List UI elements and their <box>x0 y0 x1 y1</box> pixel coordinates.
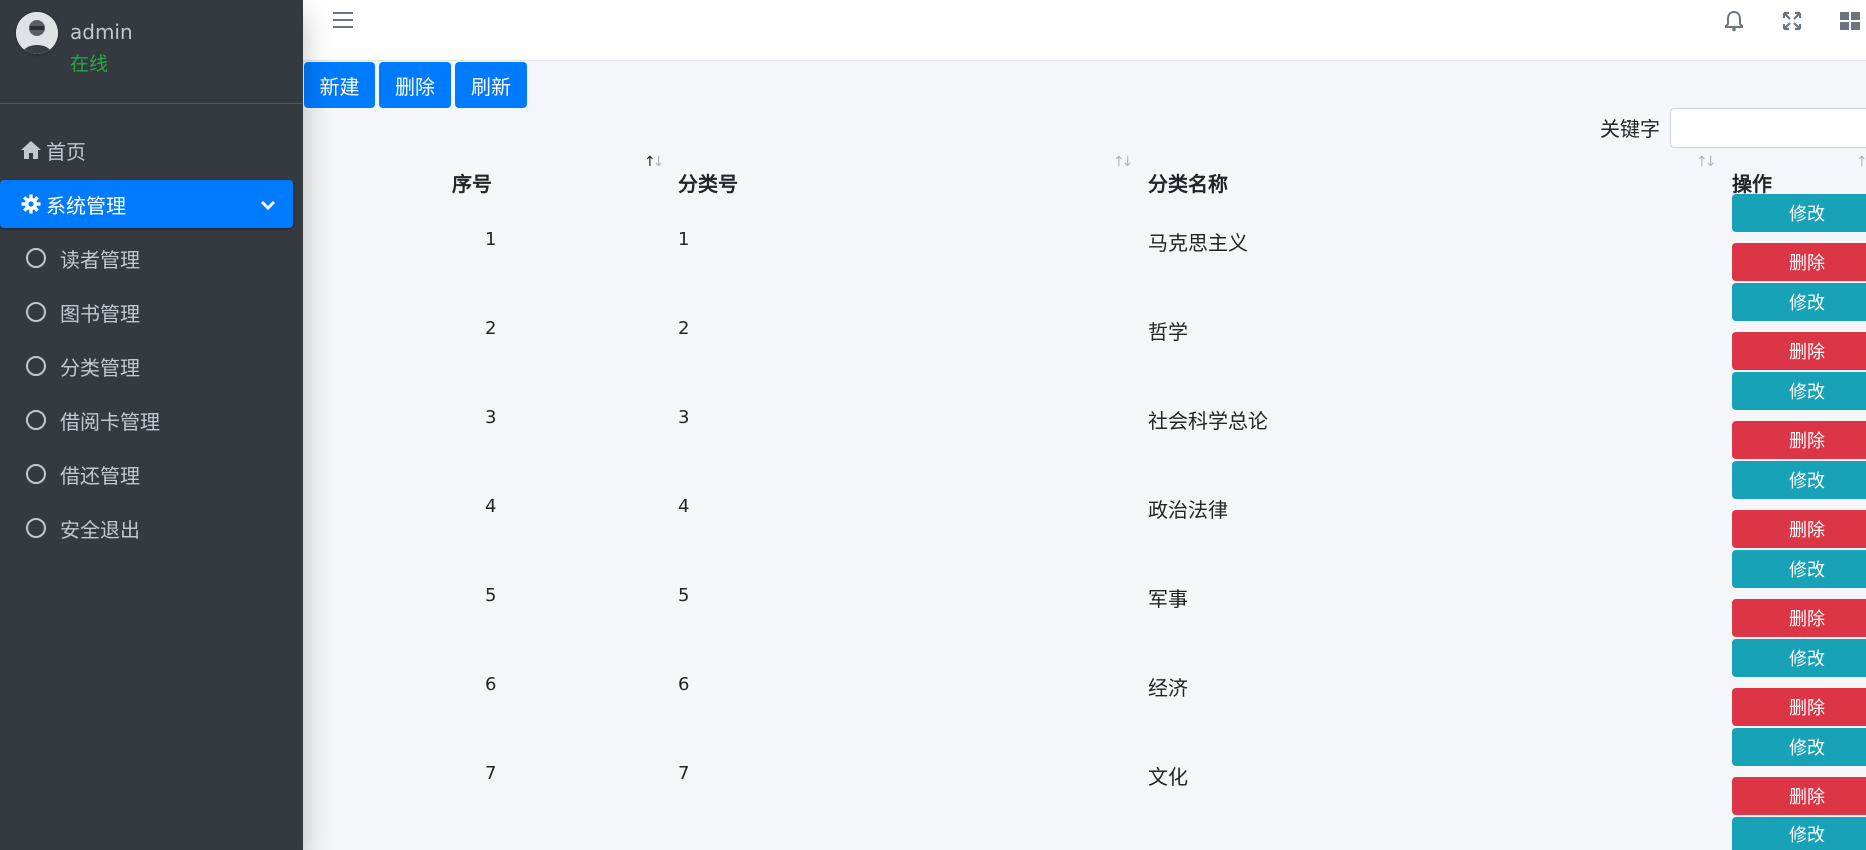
cell-category-code: 1 <box>678 229 690 250</box>
cell-category-name: 军事 <box>1148 587 1188 611</box>
nav-item-label: 借阅卡管理 <box>60 409 160 434</box>
delete-row-button[interactable]: 删除 <box>1732 510 1866 548</box>
cell-index: 7 <box>485 763 497 784</box>
cell-category-name: 政治法律 <box>1148 498 1228 522</box>
cell-index: 4 <box>485 496 497 517</box>
nav-item-borrow-return-management[interactable]: 借还管理 <box>0 450 293 498</box>
cell-category-name: 马克思主义 <box>1148 231 1248 255</box>
new-button[interactable]: 新建 <box>304 62 375 108</box>
nav-home-label: 首页 <box>46 139 86 164</box>
cell-index: 6 <box>485 674 497 695</box>
delete-row-button[interactable]: 删除 <box>1732 688 1866 726</box>
grid-icon[interactable] <box>1839 10 1861 32</box>
nav-item-category-management[interactable]: 分类管理 <box>0 342 293 390</box>
nav-item-label: 图书管理 <box>60 301 140 326</box>
home-icon <box>20 139 42 161</box>
nav-item-label: 分类管理 <box>60 355 140 380</box>
cell-category-code: 2 <box>678 318 690 339</box>
nav-home[interactable]: 首页 <box>0 126 293 174</box>
top-navbar <box>303 0 1866 61</box>
edit-button[interactable]: 修改 <box>1732 461 1866 499</box>
avatar[interactable] <box>16 12 58 54</box>
user-name[interactable]: admin <box>70 20 133 44</box>
edit-button[interactable]: 修改 <box>1732 283 1866 321</box>
cell-index: 3 <box>485 407 497 428</box>
cell-category-name: 哲学 <box>1148 320 1188 344</box>
edit-button[interactable]: 修改 <box>1732 639 1866 677</box>
cell-category-name: 文化 <box>1148 765 1188 789</box>
hamburger-icon[interactable] <box>333 12 353 30</box>
circle-icon <box>26 410 46 430</box>
nav-system-label: 系统管理 <box>46 193 126 218</box>
cell-category-name: 经济 <box>1148 676 1188 700</box>
sort-icon[interactable]: ↑↓ <box>1696 154 1717 170</box>
col-header-actions: 操作 <box>1732 172 1772 196</box>
cell-category-code: 4 <box>678 496 690 517</box>
fullscreen-icon[interactable] <box>1781 10 1803 32</box>
sort-icon[interactable]: ↑↓ <box>644 154 665 170</box>
edit-button[interactable]: 修改 <box>1732 550 1866 588</box>
edit-button[interactable]: 修改 <box>1732 194 1866 232</box>
cell-index: 5 <box>485 585 497 606</box>
circle-icon <box>26 248 46 268</box>
circle-icon <box>26 302 46 322</box>
user-status: 在线 <box>70 53 109 75</box>
cell-category-code: 6 <box>678 674 690 695</box>
circle-icon <box>26 518 46 538</box>
delete-row-button[interactable]: 删除 <box>1732 777 1866 815</box>
chevron-down-icon[interactable] <box>259 195 277 213</box>
nav-item-book-management[interactable]: 图书管理 <box>0 288 293 336</box>
nav-item-label: 安全退出 <box>60 517 140 542</box>
nav-system-management[interactable]: 系统管理 <box>0 180 293 228</box>
user-panel: admin 在线 <box>0 0 303 104</box>
cell-index: 2 <box>485 318 497 339</box>
sort-icon[interactable]: ↑↓ <box>1113 154 1134 170</box>
cell-index: 1 <box>485 229 497 250</box>
nav-item-reader-management[interactable]: 读者管理 <box>0 234 293 282</box>
cell-category-code: 5 <box>678 585 690 606</box>
delete-row-button[interactable]: 删除 <box>1732 243 1866 281</box>
nav-item-label: 读者管理 <box>60 247 140 272</box>
nav-item-library-card-management[interactable]: 借阅卡管理 <box>0 396 293 444</box>
keyword-label: 关键字 <box>1600 117 1660 141</box>
edit-button[interactable]: 修改 <box>1732 817 1866 850</box>
keyword-input[interactable] <box>1670 108 1866 148</box>
cell-category-code: 7 <box>678 763 690 784</box>
col-header-category-code[interactable]: 分类号 <box>678 168 738 197</box>
col-header-index[interactable]: 序号 <box>452 168 492 197</box>
delete-row-button[interactable]: 删除 <box>1732 599 1866 637</box>
delete-button[interactable]: 删除 <box>379 62 451 108</box>
delete-row-button[interactable]: 删除 <box>1732 421 1866 459</box>
sidebar: admin 在线 首页 系统管理 读者管理 图书管理 分类管理 借阅卡管理 借还… <box>0 0 303 850</box>
delete-row-button[interactable]: 删除 <box>1732 332 1866 370</box>
nav-item-label: 借还管理 <box>60 463 140 488</box>
bell-icon[interactable] <box>1723 10 1745 32</box>
cell-category-name: 社会科学总论 <box>1148 409 1268 433</box>
sort-icon[interactable]: ↑ <box>1856 154 1866 170</box>
edit-button[interactable]: 修改 <box>1732 728 1866 766</box>
edit-button[interactable]: 修改 <box>1732 372 1866 410</box>
cell-category-code: 3 <box>678 407 690 428</box>
col-header-category-name[interactable]: 分类名称 <box>1148 168 1228 197</box>
circle-icon <box>26 464 46 484</box>
circle-icon <box>26 356 46 376</box>
refresh-button[interactable]: 刷新 <box>455 62 527 108</box>
nav-item-logout[interactable]: 安全退出 <box>0 504 293 552</box>
gear-icon <box>20 193 42 215</box>
